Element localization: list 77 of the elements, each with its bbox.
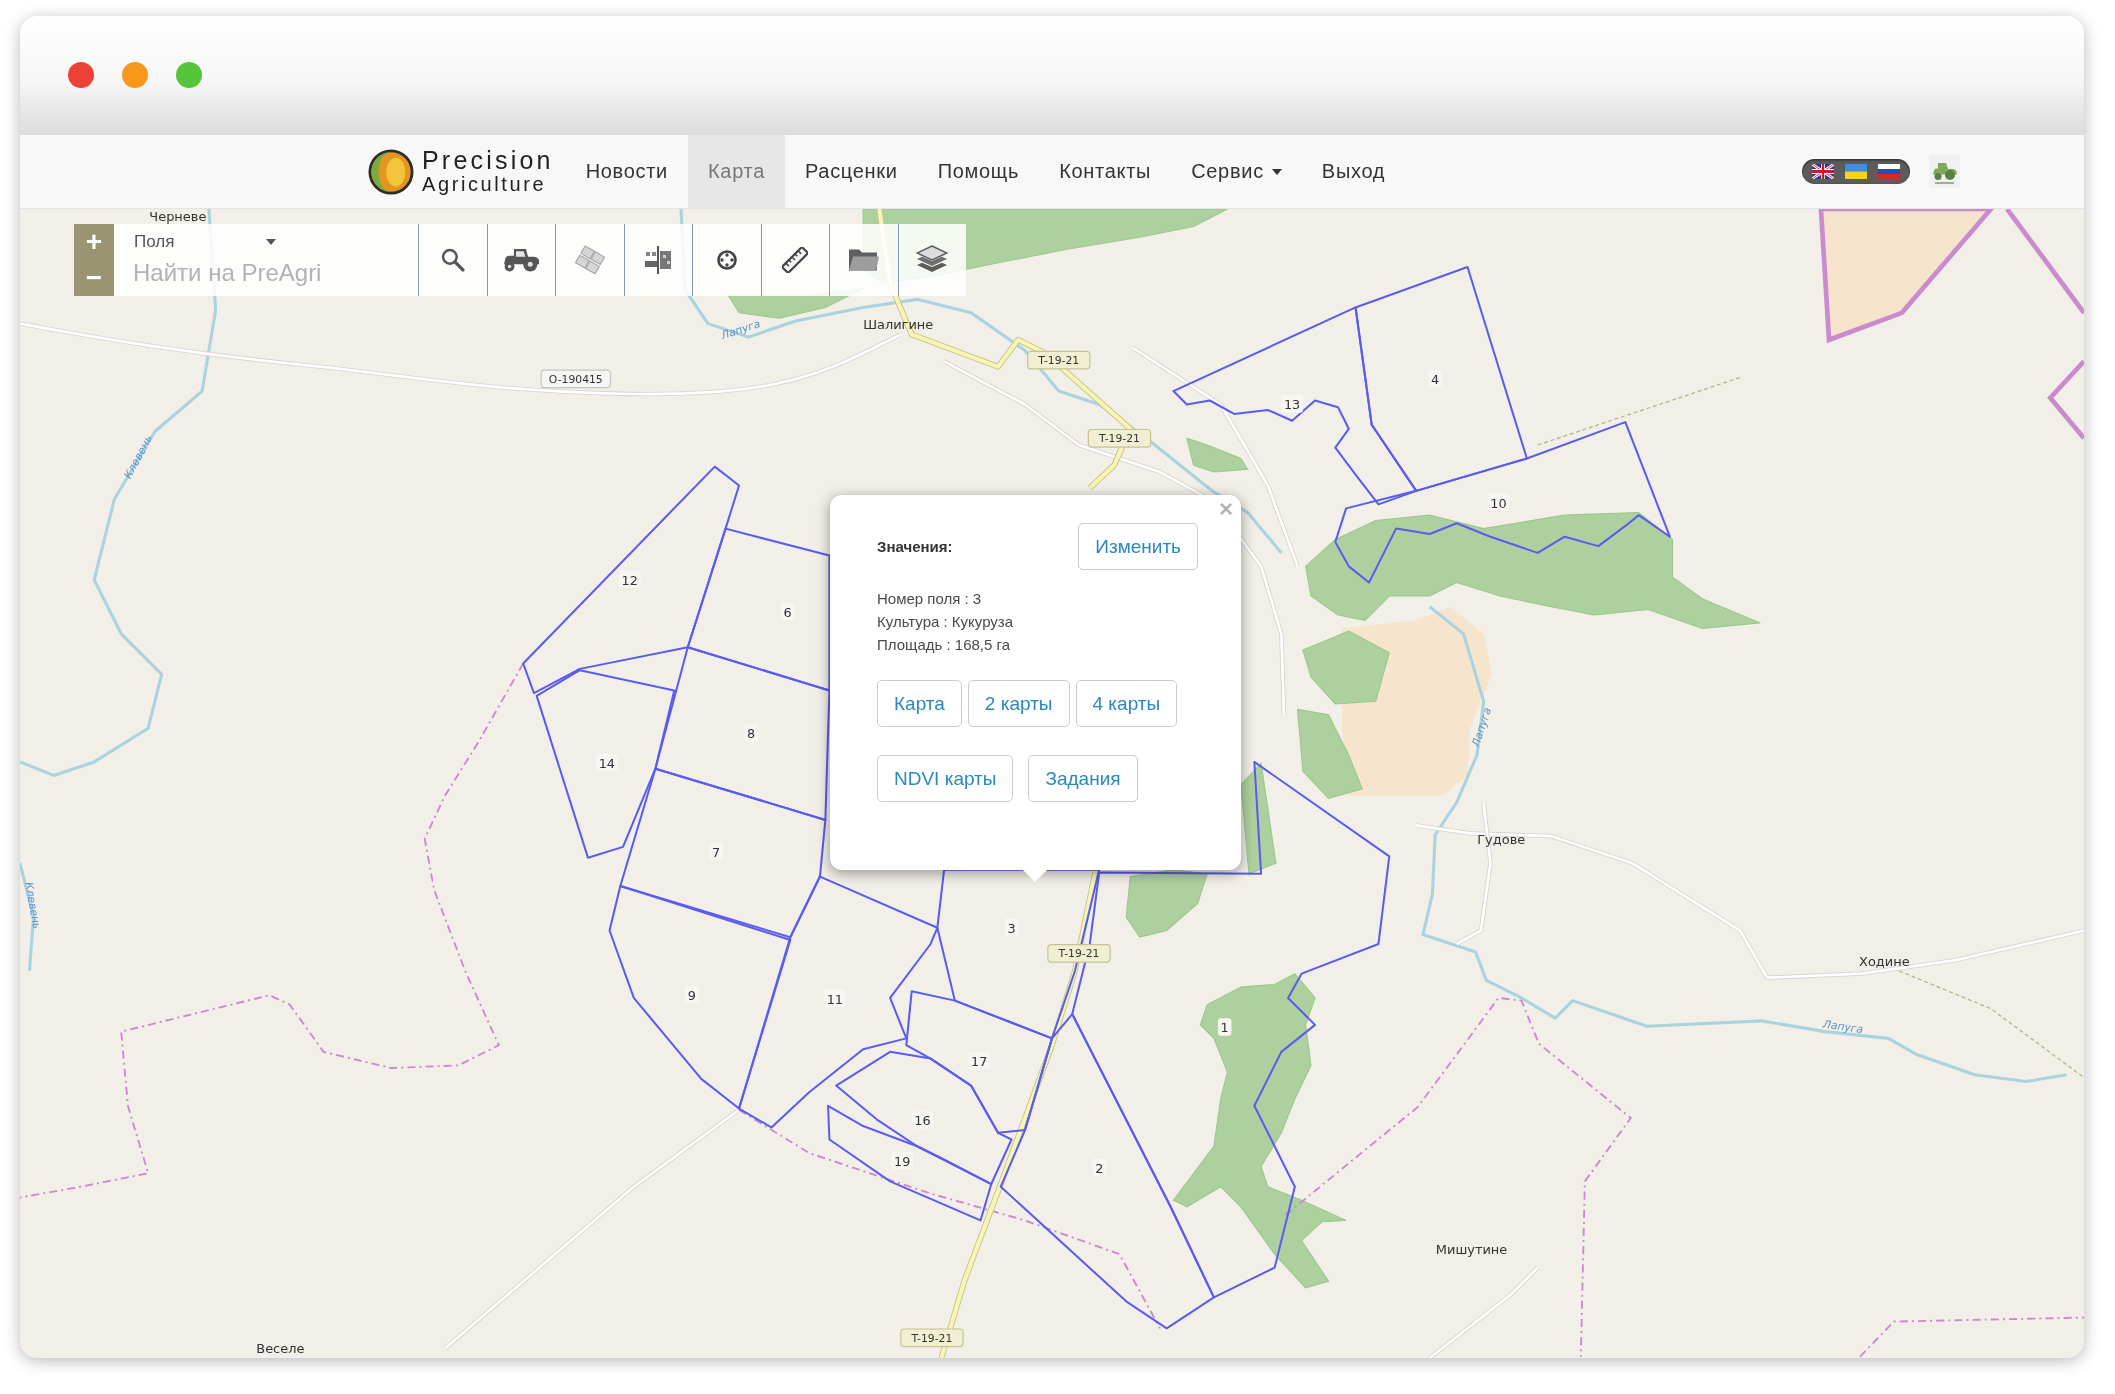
field-boundary[interactable] xyxy=(827,1104,993,1222)
tiles-icon xyxy=(574,245,605,275)
road-shield: T-19-21 xyxy=(1027,350,1091,370)
caret-icon xyxy=(266,238,276,245)
road-shield: T-19-21 xyxy=(900,1328,964,1348)
nav-link[interactable]: Выход xyxy=(1301,135,1406,208)
toolbar-button[interactable] xyxy=(897,224,966,296)
field-boundary[interactable] xyxy=(654,646,831,821)
nav-link[interactable]: Новости xyxy=(565,135,688,208)
place-label: Шалигине xyxy=(863,317,934,332)
river-label: Лапуга xyxy=(719,317,762,343)
search-field[interactable]: Найти на PreAgri xyxy=(114,254,418,296)
river-label: Клевень xyxy=(22,881,44,931)
field-number-label: 4 xyxy=(1428,369,1442,387)
crosshair-icon xyxy=(716,250,737,270)
folder-icon xyxy=(847,247,880,273)
brand-link[interactable]: Precision Agriculture xyxy=(368,135,554,208)
toolbar-button[interactable] xyxy=(623,224,692,296)
field-detail: Культура : Кукуруза xyxy=(877,612,1014,632)
nav-link[interactable]: Карта xyxy=(687,135,785,208)
field-boundary[interactable] xyxy=(619,767,827,939)
field-boundary[interactable] xyxy=(999,1013,1215,1330)
river-label: Лапуга xyxy=(1822,1017,1864,1037)
field-boundary[interactable] xyxy=(738,875,939,1129)
nav-link[interactable]: Контакты xyxy=(1039,135,1172,208)
place-label: Гудове xyxy=(1477,832,1526,848)
search-button[interactable] xyxy=(418,224,487,296)
tractor-logo-icon xyxy=(1929,155,1960,188)
layers-icon xyxy=(916,245,949,275)
place-label: Ходине xyxy=(1859,953,1910,969)
road-shield: T-19-21 xyxy=(1087,428,1152,448)
field-boundary[interactable] xyxy=(535,669,676,859)
action-button[interactable]: 4 карты xyxy=(1075,680,1178,727)
ukraine-flag-icon[interactable] xyxy=(1845,164,1867,179)
caret-icon xyxy=(1271,168,1282,175)
field-boundary[interactable] xyxy=(608,885,792,1110)
action-button[interactable]: Задания xyxy=(1028,755,1138,802)
close-button[interactable]: × xyxy=(1219,497,1233,521)
nav-link[interactable]: Помощь xyxy=(917,135,1040,208)
zoom-in-button[interactable]: + xyxy=(74,224,114,260)
split-panel-icon xyxy=(644,246,673,274)
close-button[interactable] xyxy=(68,61,94,88)
tractor-icon xyxy=(503,248,540,272)
action-button[interactable]: Карта xyxy=(877,680,962,727)
toolbar-button[interactable] xyxy=(486,224,555,296)
britain-flag-icon[interactable] xyxy=(1812,164,1834,179)
field-number-label: 2 xyxy=(1092,1158,1106,1176)
field-number-label: 16 xyxy=(911,1111,934,1129)
field-boundary[interactable] xyxy=(835,1050,1013,1186)
place-label: Веселе xyxy=(256,1340,305,1356)
layer-select[interactable]: Поля xyxy=(114,224,418,254)
search-icon xyxy=(440,248,465,272)
field-boundary[interactable] xyxy=(1334,421,1671,584)
nav-link[interactable]: Расценки xyxy=(784,135,918,208)
zoom-out-button[interactable]: − xyxy=(74,260,114,296)
road-shield: T-19-21 xyxy=(1047,944,1111,963)
russia-flag-icon[interactable] xyxy=(1878,164,1900,179)
field-number-label: 13 xyxy=(1281,395,1303,413)
nav-link[interactable]: Сервис xyxy=(1171,135,1302,208)
road-shield: O-190415 xyxy=(540,369,612,389)
edit-button[interactable]: Изменить xyxy=(1078,523,1198,570)
place-label: Черневе xyxy=(149,209,207,225)
field-detail: Площадь : 168,5 га xyxy=(877,635,1010,655)
field-number-label: 8 xyxy=(744,724,758,742)
popup-heading: Значения: xyxy=(877,538,953,555)
action-button[interactable]: 2 карты xyxy=(967,680,1070,727)
toolbar-button[interactable] xyxy=(829,224,898,296)
toolbar-button[interactable] xyxy=(760,224,829,296)
logo-icon xyxy=(368,148,414,195)
field-boundary[interactable] xyxy=(522,465,741,695)
field-detail: Номер поля : 3 xyxy=(877,589,982,609)
toolbar-button[interactable] xyxy=(692,224,761,296)
place-label: Мишутине xyxy=(1435,1242,1508,1258)
action-button[interactable]: NDVI карты xyxy=(877,755,1014,802)
field-boundary[interactable] xyxy=(905,990,1053,1134)
forest-area xyxy=(1186,437,1249,473)
field-boundary[interactable] xyxy=(686,527,831,692)
